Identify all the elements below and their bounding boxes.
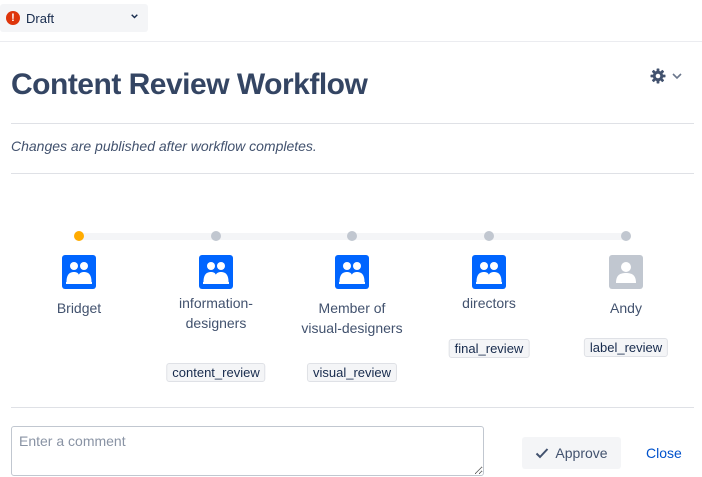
group-icon xyxy=(472,255,506,289)
workflow-subtitle: Changes are published after workflow com… xyxy=(11,138,317,154)
step-label-tag: visual_review xyxy=(306,363,398,382)
group-icon-svg xyxy=(339,262,365,284)
step-label-tag: final_review xyxy=(448,339,530,358)
step-assignee: information-designers xyxy=(146,293,286,333)
step-label-tag: label_review xyxy=(583,338,669,357)
step-assignee: Member of visual-designers xyxy=(282,298,422,338)
status-label: Draft xyxy=(26,10,55,26)
close-link[interactable]: Close xyxy=(646,445,682,461)
step-assignee-line: Member of xyxy=(318,300,386,316)
top-divider xyxy=(0,41,702,42)
chevron-down-icon xyxy=(672,73,682,80)
step-dot xyxy=(347,231,357,241)
step-assignee-line: designers xyxy=(185,315,247,331)
step-assignee: directors xyxy=(462,295,516,311)
step-dot xyxy=(211,231,221,241)
approve-label: Approve xyxy=(555,445,608,461)
gear-icon xyxy=(650,68,666,84)
error-icon: ! xyxy=(6,11,20,25)
group-icon xyxy=(62,255,96,289)
dropdown-pointer xyxy=(66,32,84,41)
group-icon xyxy=(199,255,233,289)
step-dot xyxy=(621,231,631,241)
step-label-tag: content_review xyxy=(166,363,266,382)
step-dot-active xyxy=(74,231,84,241)
step-dot xyxy=(484,231,494,241)
approve-button[interactable]: Approve xyxy=(522,437,621,469)
page-title: Content Review Workflow xyxy=(11,68,368,101)
group-icon-svg xyxy=(66,262,92,284)
user-icon-svg xyxy=(616,262,636,283)
subtitle-divider xyxy=(11,173,694,174)
workflow-page: ! Draft Content Review Workflow Changes … xyxy=(0,0,702,477)
group-icon-svg xyxy=(203,262,229,284)
status-dropdown[interactable]: ! Draft xyxy=(0,4,148,32)
checkmark-icon xyxy=(536,448,549,459)
title-divider xyxy=(11,123,694,124)
step-assignee: Andy xyxy=(610,300,642,316)
user-icon xyxy=(609,255,643,289)
group-icon xyxy=(335,255,369,289)
step-assignee-line: information- xyxy=(179,295,253,311)
step-assignee: Bridget xyxy=(56,300,102,316)
chevron-down-icon xyxy=(131,14,138,19)
group-icon-svg xyxy=(476,262,502,284)
step-assignee-line: visual-designers xyxy=(301,320,403,336)
footer-divider xyxy=(11,407,694,408)
settings-menu-button[interactable] xyxy=(650,68,684,84)
comment-input[interactable] xyxy=(11,426,484,476)
